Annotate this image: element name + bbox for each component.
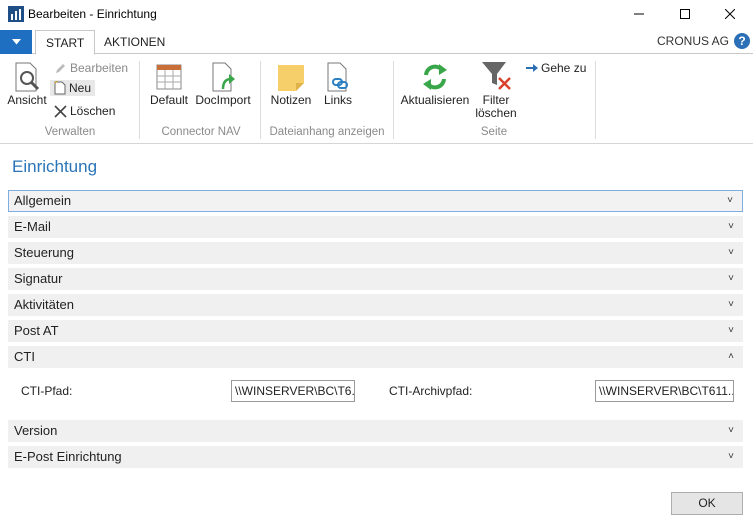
title-bar: Bearbeiten - Einrichtung [0, 0, 753, 28]
document-import-icon [212, 62, 235, 92]
section-steuerung[interactable]: Steuerung ˅ [8, 242, 743, 264]
minimize-icon [634, 13, 644, 15]
ansicht-button[interactable]: Ansicht [6, 61, 48, 107]
cti-archivpfad-label: CTI-Archivpfad: [389, 384, 473, 398]
group-label-dateianhang: Dateianhang anzeigen [269, 126, 385, 138]
section-post-at[interactable]: Post AT ˅ [8, 320, 743, 342]
neu-button[interactable]: Neu [50, 80, 96, 96]
caret-down-icon [11, 39, 21, 45]
sticky-note-icon [278, 65, 304, 91]
maximize-icon [680, 9, 690, 19]
cti-pfad-input[interactable]: \\WINSERVER\BC\T6... [231, 380, 355, 402]
section-epost[interactable]: E-Post Einrichtung ˅ [8, 446, 743, 468]
section-email[interactable]: E-Mail ˅ [8, 216, 743, 238]
new-document-icon [54, 81, 66, 95]
page-title: Einrichtung [12, 157, 98, 176]
loeschen-button[interactable]: Löschen [54, 104, 115, 118]
chevron-down-icon: ˅ [728, 299, 734, 310]
chevron-down-icon: ˅ [728, 325, 734, 336]
tab-aktionen[interactable]: AKTIONEN [94, 30, 175, 54]
view-icon [15, 62, 40, 92]
chevron-down-icon: ˅ [728, 247, 734, 258]
section-signatur[interactable]: Signatur ˅ [8, 268, 743, 290]
chevron-down-icon: ˅ [728, 451, 734, 462]
group-label-connector: Connector NAV [161, 126, 241, 138]
link-icon [327, 62, 348, 92]
chevron-down-icon: ˅ [727, 195, 733, 206]
grid-icon [156, 64, 182, 90]
refresh-icon [423, 64, 447, 90]
pencil-icon [56, 63, 65, 73]
help-icon[interactable]: ? [734, 33, 750, 49]
ribbon-separator [393, 61, 394, 139]
section-aktivitaeten[interactable]: Aktivitäten ˅ [8, 294, 743, 316]
gehe-zu-button[interactable]: Gehe zu [526, 61, 586, 75]
notizen-button[interactable]: Notizen [268, 61, 314, 107]
chevron-down-icon: ˅ [728, 221, 734, 232]
ribbon-separator [260, 61, 261, 139]
cti-pfad-label: CTI-Pfad: [21, 384, 73, 398]
app-menu-button[interactable] [0, 30, 32, 54]
group-label-verwalten: Verwalten [44, 126, 96, 138]
tab-start[interactable]: START [35, 30, 96, 55]
cti-archivpfad-input[interactable]: \\WINSERVER\BC\T611... [595, 380, 734, 402]
ribbon-tab-row: START AKTIONEN CRONUS AG ? [0, 30, 753, 55]
company-name[interactable]: CRONUS AG [657, 34, 729, 48]
delete-icon [54, 104, 67, 118]
maximize-button[interactable] [662, 0, 708, 28]
bearbeiten-button[interactable]: Bearbeiten [54, 61, 128, 75]
ribbon-separator [139, 61, 140, 139]
chevron-down-icon: ˅ [728, 273, 734, 284]
docimport-button[interactable]: DocImport [194, 61, 252, 107]
ribbon-separator [595, 61, 596, 139]
group-label-seite: Seite [480, 126, 508, 138]
section-version[interactable]: Version ˅ [8, 420, 743, 442]
close-icon [725, 9, 735, 19]
chevron-up-icon: ˄ [728, 351, 734, 362]
section-cti[interactable]: CTI ˄ [8, 346, 743, 368]
close-button[interactable] [707, 0, 753, 28]
arrow-right-icon [526, 64, 538, 72]
ok-button[interactable]: OK [671, 492, 743, 515]
clear-filter-icon [482, 62, 511, 90]
links-button[interactable]: Links [318, 61, 358, 107]
window-title: Bearbeiten - Einrichtung [28, 7, 157, 21]
chevron-down-icon: ˅ [728, 425, 734, 436]
aktualisieren-button[interactable]: Aktualisieren [400, 61, 470, 107]
minimize-button[interactable] [616, 0, 662, 28]
app-logo-icon [8, 6, 24, 22]
filter-loeschen-button[interactable]: Filter löschen [474, 59, 518, 120]
default-button[interactable]: Default [148, 61, 190, 107]
section-allgemein[interactable]: Allgemein ˅ [8, 190, 743, 212]
ribbon: Ansicht Bearbeiten Neu Löschen Verwalten… [0, 55, 753, 144]
